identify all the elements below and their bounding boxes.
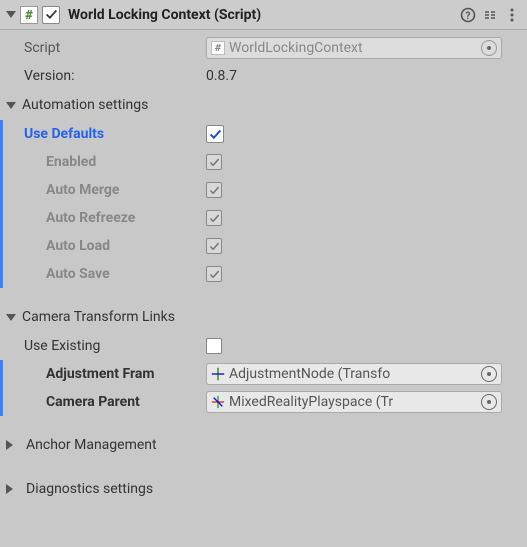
auto-item-label: Auto Load: [6, 238, 206, 254]
script-object-picker[interactable]: [481, 40, 497, 56]
auto-item-checkbox: [206, 266, 222, 282]
check-icon: [45, 8, 58, 21]
preset-icon[interactable]: [481, 6, 499, 24]
adjustment-frame-label: Adjustment Fram: [6, 366, 206, 382]
camera-parent-picker[interactable]: [481, 394, 497, 410]
auto-item-label: Auto Merge: [6, 182, 206, 198]
auto-item-checkbox: [206, 154, 222, 170]
script-field-icon: #: [211, 41, 225, 55]
adjustment-frame-value: AdjustmentNode (Transfo: [229, 366, 473, 382]
script-field-value: WorldLockingContext: [229, 40, 473, 56]
camera-links-title: Camera Transform Links: [22, 309, 175, 325]
auto-item-label: Enabled: [6, 154, 206, 170]
script-object-field: # WorldLockingContext: [206, 37, 502, 59]
auto-item-checkbox: [206, 238, 222, 254]
transform-icon: [211, 395, 225, 409]
camera-parent-label: Camera Parent: [6, 394, 206, 410]
script-type-icon: #: [20, 6, 38, 24]
automation-foldout-arrow: [6, 102, 16, 109]
diagnostics-arrow: [6, 484, 18, 494]
version-value: 0.8.7: [206, 68, 521, 84]
check-icon: [209, 213, 220, 224]
anchor-management-arrow: [6, 440, 18, 450]
component-title: World Locking Context (Script): [64, 7, 455, 23]
diagnostics-header[interactable]: Diagnostics settings: [6, 474, 521, 504]
context-menu-icon[interactable]: [503, 6, 521, 24]
automation-section-header[interactable]: Automation settings: [6, 90, 521, 120]
adjustment-frame-field[interactable]: AdjustmentNode (Transfo: [206, 363, 502, 385]
camera-links-section-header[interactable]: Camera Transform Links: [6, 302, 521, 332]
check-icon: [209, 157, 220, 168]
camera-links-foldout-arrow: [6, 314, 16, 321]
use-defaults-label: Use Defaults: [6, 126, 206, 142]
adjustment-frame-picker[interactable]: [481, 366, 497, 382]
camera-parent-field[interactable]: MixedRealityPlayspace (Tr: [206, 391, 502, 413]
use-defaults-checkbox[interactable]: [206, 125, 224, 143]
diagnostics-title: Diagnostics settings: [26, 481, 153, 497]
auto-item-label: Auto Refreeze: [6, 210, 206, 226]
help-icon[interactable]: ?: [459, 6, 477, 24]
check-icon: [209, 241, 220, 252]
auto-item-label: Auto Save: [6, 266, 206, 282]
component-enable-checkbox[interactable]: [42, 6, 60, 24]
script-label: Script: [6, 40, 206, 56]
camera-parent-value: MixedRealityPlayspace (Tr: [229, 394, 473, 410]
auto-item-checkbox: [206, 210, 222, 226]
check-icon: [209, 269, 220, 280]
check-icon: [209, 185, 220, 196]
use-existing-checkbox[interactable]: [206, 338, 222, 354]
anchor-management-header[interactable]: Anchor Management: [6, 430, 521, 460]
anchor-management-title: Anchor Management: [26, 437, 157, 453]
auto-item-checkbox: [206, 182, 222, 198]
transform-icon: [211, 367, 225, 381]
svg-text:?: ?: [466, 11, 471, 22]
automation-title: Automation settings: [22, 97, 148, 113]
check-icon: [209, 128, 222, 141]
version-label: Version:: [6, 68, 206, 84]
component-foldout-arrow[interactable]: [6, 11, 16, 18]
use-existing-label: Use Existing: [6, 338, 206, 354]
